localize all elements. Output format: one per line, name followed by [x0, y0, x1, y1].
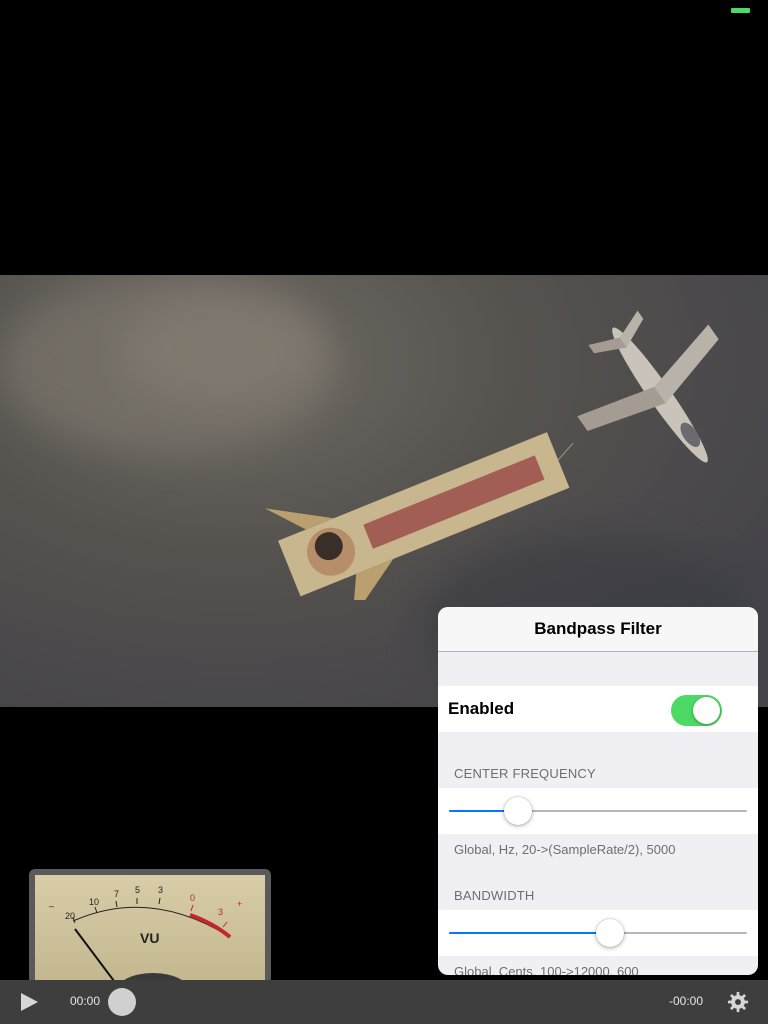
bandwidth-description: Global, Cents, 100->12000, 600 — [454, 964, 639, 975]
slider-fill — [449, 932, 610, 934]
popover-title: Bandpass Filter — [438, 607, 758, 652]
gear-icon[interactable] — [727, 991, 749, 1013]
bandwidth-slider[interactable] — [438, 910, 758, 956]
center-frequency-label: CENTER FREQUENCY — [454, 766, 596, 781]
banner-image — [265, 432, 574, 600]
bandwidth-label: BANDWIDTH — [454, 888, 535, 903]
remaining-time: -00:00 — [669, 994, 704, 1008]
enabled-toggle[interactable] — [671, 695, 722, 726]
vu-label: VU — [140, 930, 160, 946]
elapsed-time: 00:00 — [70, 994, 101, 1008]
play-icon[interactable] — [21, 993, 38, 1011]
vu-meter: – 20 10 7 5 3 0 3 + VU — [29, 869, 271, 984]
vu-plus-label: + — [237, 899, 243, 909]
vu-meter-face: – 20 10 7 5 3 0 3 + VU — [35, 875, 265, 983]
vu-needle — [74, 928, 117, 983]
slider-thumb[interactable] — [503, 797, 532, 825]
vu-scale-label: 7 — [114, 889, 120, 899]
vu-scale-label: 3 — [158, 885, 164, 895]
enabled-row: Enabled — [438, 686, 758, 732]
enabled-label: Enabled — [448, 699, 515, 718]
battery-icon — [731, 8, 750, 13]
vu-scale-arc — [72, 897, 232, 983]
bandpass-filter-popover: Bandpass Filter Enabled CENTER FREQUENCY… — [438, 607, 758, 975]
vu-scale-label: 10 — [89, 897, 100, 907]
center-frequency-description: Global, Hz, 20->(SampleRate/2), 5000 — [454, 842, 676, 857]
vu-scale-label: 5 — [135, 885, 141, 895]
scrubber-thumb[interactable] — [108, 988, 136, 1016]
vu-scale-label: 0 — [190, 893, 196, 903]
toggle-knob[interactable] — [693, 697, 720, 724]
center-frequency-slider[interactable] — [438, 788, 758, 834]
player-controls: 00:00 -00:00 — [0, 980, 768, 1024]
vu-scale-label: 3 — [218, 907, 224, 917]
airplane-image — [577, 310, 719, 463]
slider-thumb[interactable] — [595, 919, 624, 947]
vu-minus-label: – — [49, 901, 55, 911]
vu-scale-label: 20 — [65, 911, 76, 921]
